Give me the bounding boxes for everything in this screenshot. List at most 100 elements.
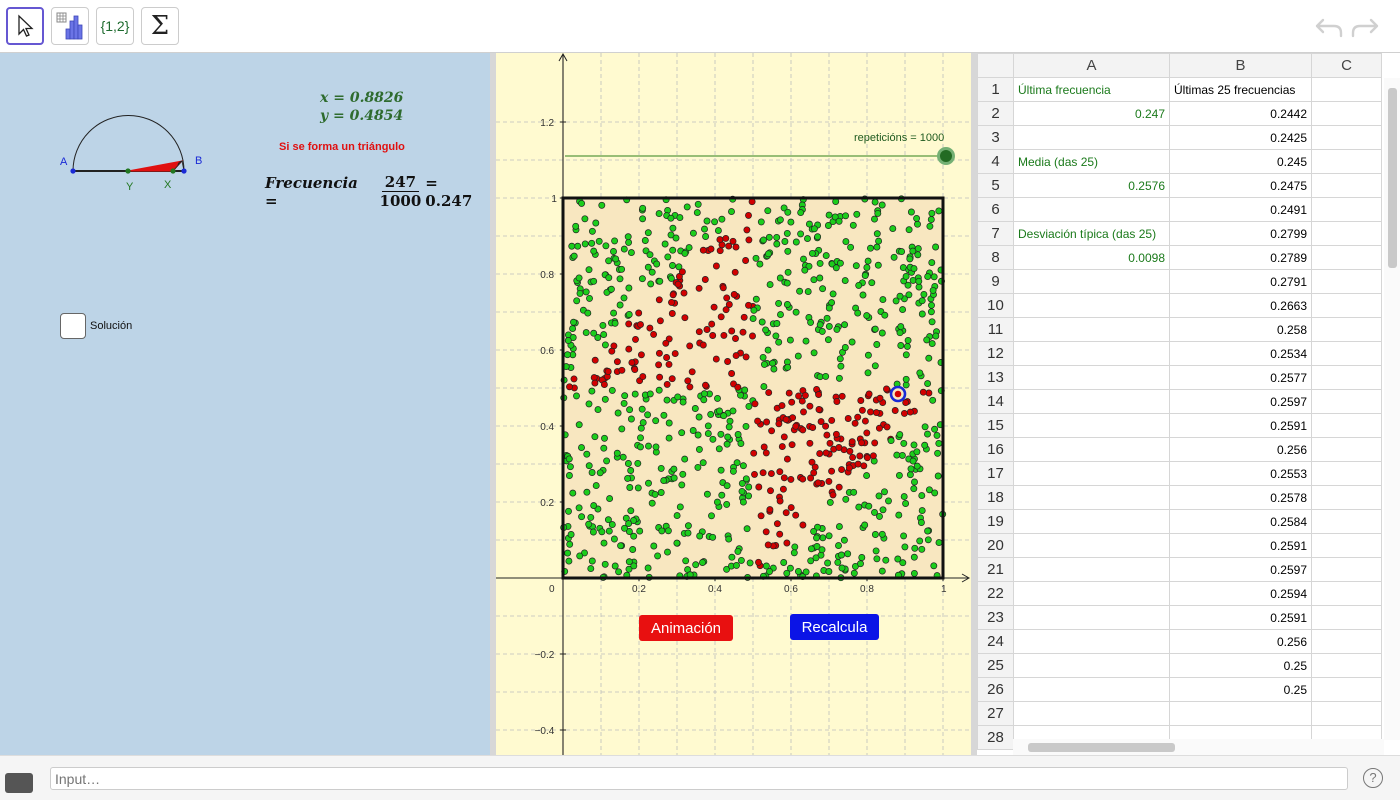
cell-a[interactable] (1013, 197, 1170, 222)
cell-c[interactable] (1311, 677, 1382, 702)
row-header[interactable]: 27 (977, 701, 1014, 726)
cell-a[interactable]: 0.247 (1013, 101, 1170, 126)
animation-button[interactable]: Animación (639, 615, 733, 641)
cell-a[interactable] (1013, 509, 1170, 534)
row-header[interactable]: 25 (977, 653, 1014, 678)
row-header[interactable]: 22 (977, 581, 1014, 606)
move-tool-button[interactable] (6, 7, 44, 45)
row-header[interactable]: 1 (977, 77, 1014, 102)
cell-c[interactable] (1311, 581, 1382, 606)
spreadsheet-view[interactable]: A B C 1 Última frecuencia Últimas 25 frecu… (977, 53, 1400, 755)
cell-b[interactable]: Últimas 25 frecuencias (1169, 77, 1312, 102)
point-X[interactable] (170, 168, 176, 174)
recalculate-button[interactable]: Recalcula (790, 614, 879, 640)
cell-c[interactable] (1311, 701, 1382, 726)
cell-a[interactable] (1013, 341, 1170, 366)
cell-c[interactable] (1311, 317, 1382, 342)
row-header[interactable]: 10 (977, 293, 1014, 318)
row-header[interactable]: 3 (977, 125, 1014, 150)
cell-c[interactable] (1311, 365, 1382, 390)
row-header[interactable]: 5 (977, 173, 1014, 198)
column-header-c[interactable]: C (1311, 53, 1382, 78)
row-header[interactable]: 2 (977, 101, 1014, 126)
list-tool-button[interactable]: {1,2} (96, 7, 134, 45)
horizontal-scrollbar[interactable] (1013, 739, 1384, 755)
cell-a[interactable] (1013, 533, 1170, 558)
cell-b[interactable]: 0.2578 (1169, 485, 1312, 510)
cell-c[interactable] (1311, 173, 1382, 198)
row-header[interactable]: 16 (977, 437, 1014, 462)
row-header[interactable]: 14 (977, 389, 1014, 414)
redo-icon[interactable] (1350, 12, 1380, 42)
cell-a[interactable] (1013, 605, 1170, 630)
cell-c[interactable] (1311, 653, 1382, 678)
cell-b[interactable]: 0.2577 (1169, 365, 1312, 390)
cell-b[interactable]: 0.2591 (1169, 413, 1312, 438)
cell-b[interactable]: 0.2663 (1169, 293, 1312, 318)
vertical-scrollbar[interactable] (1384, 78, 1400, 740)
cell-a[interactable] (1013, 389, 1170, 414)
cell-c[interactable] (1311, 629, 1382, 654)
cell-b[interactable]: 0.245 (1169, 149, 1312, 174)
graphics-view-1[interactable]: 0 0.2 0.4 0.6 0.8 1 1.2 1 0.8 0.6 0.4 0.2 −0.2 −0.4 r… (496, 53, 971, 755)
cell-a[interactable]: 0.2576 (1013, 173, 1170, 198)
cell-b[interactable]: 0.2534 (1169, 341, 1312, 366)
row-header[interactable]: 18 (977, 485, 1014, 510)
help-icon[interactable]: ? (1363, 768, 1383, 788)
cell-b[interactable]: 0.258 (1169, 317, 1312, 342)
corner-cell[interactable] (977, 53, 1014, 78)
cell-b[interactable]: 0.2799 (1169, 221, 1312, 246)
cell-b[interactable]: 0.2553 (1169, 461, 1312, 486)
slider-handle[interactable] (937, 147, 955, 165)
row-header[interactable]: 21 (977, 557, 1014, 582)
row-header[interactable]: 11 (977, 317, 1014, 342)
cell-a[interactable] (1013, 293, 1170, 318)
cell-c[interactable] (1311, 413, 1382, 438)
cell-b[interactable]: 0.25 (1169, 653, 1312, 678)
row-header[interactable]: 19 (977, 509, 1014, 534)
cell-c[interactable] (1311, 221, 1382, 246)
row-header[interactable]: 8 (977, 245, 1014, 270)
cell-a[interactable] (1013, 581, 1170, 606)
cell-a[interactable] (1013, 269, 1170, 294)
cell-c[interactable] (1311, 197, 1382, 222)
cell-c[interactable] (1311, 149, 1382, 174)
row-header[interactable]: 24 (977, 629, 1014, 654)
keyboard-icon[interactable] (5, 773, 33, 793)
cell-c[interactable] (1311, 77, 1382, 102)
cell-c[interactable] (1311, 509, 1382, 534)
cell-c[interactable] (1311, 245, 1382, 270)
row-header[interactable]: 26 (977, 677, 1014, 702)
cell-c[interactable] (1311, 533, 1382, 558)
cell-b[interactable] (1169, 701, 1312, 726)
cell-b[interactable]: 0.2584 (1169, 509, 1312, 534)
solution-checkbox[interactable] (60, 313, 86, 339)
cell-a[interactable] (1013, 485, 1170, 510)
cell-c[interactable] (1311, 461, 1382, 486)
cell-c[interactable] (1311, 437, 1382, 462)
cell-a[interactable] (1013, 461, 1170, 486)
cell-b[interactable]: 0.2491 (1169, 197, 1312, 222)
cell-c[interactable] (1311, 557, 1382, 582)
cell-b[interactable]: 0.2597 (1169, 389, 1312, 414)
cell-a[interactable] (1013, 701, 1170, 726)
cell-a[interactable]: Última frecuencia (1013, 77, 1170, 102)
cell-c[interactable] (1311, 341, 1382, 366)
cell-b[interactable]: 0.2425 (1169, 125, 1312, 150)
cell-c[interactable] (1311, 605, 1382, 630)
row-header[interactable]: 23 (977, 605, 1014, 630)
cell-c[interactable] (1311, 293, 1382, 318)
cell-b[interactable]: 0.2791 (1169, 269, 1312, 294)
row-header[interactable]: 13 (977, 365, 1014, 390)
cell-c[interactable] (1311, 125, 1382, 150)
row-header[interactable]: 15 (977, 413, 1014, 438)
cell-b[interactable]: 0.2789 (1169, 245, 1312, 270)
column-header-a[interactable]: A (1013, 53, 1170, 78)
cell-a[interactable] (1013, 677, 1170, 702)
cell-a[interactable] (1013, 365, 1170, 390)
row-header[interactable]: 17 (977, 461, 1014, 486)
cell-a[interactable]: Media (das 25) (1013, 149, 1170, 174)
horizontal-scroll-thumb[interactable] (1028, 743, 1175, 752)
row-header[interactable]: 28 (977, 725, 1014, 750)
row-header[interactable]: 4 (977, 149, 1014, 174)
